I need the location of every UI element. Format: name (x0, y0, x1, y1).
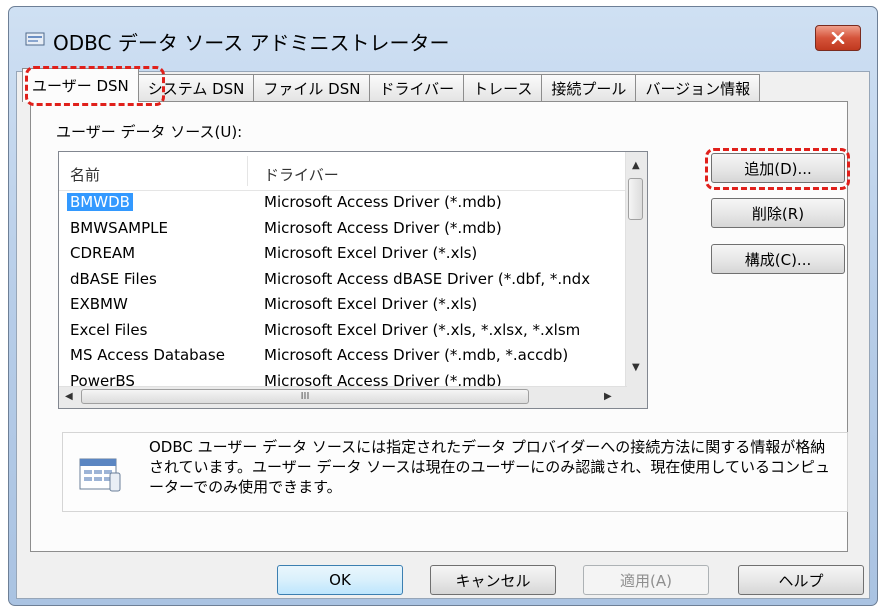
column-separator[interactable] (247, 156, 248, 186)
row-name: BMWDB (67, 193, 133, 211)
horizontal-scrollbar[interactable]: ◀ III ▶ (59, 386, 627, 408)
scroll-right-icon[interactable]: ▶ (604, 391, 612, 402)
add-button-highlight-annotation (705, 148, 850, 190)
tab-file-dsn[interactable]: ファイル DSN (253, 74, 371, 102)
tab-about[interactable]: バージョン情報 (635, 74, 761, 102)
row-driver: Microsoft Access Driver (*.mdb) (264, 218, 502, 237)
info-description: ODBC ユーザー データ ソースには指定されたデータ プロバイダーへの接続方法… (149, 438, 830, 496)
row-driver: Microsoft Access dBASE Driver (*.dbf, *.… (264, 269, 591, 288)
scroll-left-icon[interactable]: ◀ (65, 391, 73, 402)
scroll-down-icon[interactable]: ▼ (632, 362, 640, 373)
user-data-sources-label: ユーザー データ ソース(U): (56, 123, 243, 141)
tab-tracing[interactable]: トレース (463, 74, 543, 102)
row-driver: Microsoft Excel Driver (*.xls) (264, 244, 478, 262)
odbc-app-icon (25, 32, 45, 46)
row-name: Excel Files (70, 320, 148, 339)
cancel-button[interactable]: キャンセル (430, 565, 556, 595)
list-rows: BMWDB Microsoft Access Driver (*.mdb) BM… (59, 190, 627, 386)
data-source-list[interactable]: 名前 ドライバー BMWDB Microsoft Access Driver (… (58, 151, 648, 409)
row-name: MS Access Database (70, 346, 225, 364)
close-button[interactable] (815, 25, 861, 51)
list-row[interactable]: BMWSAMPLE Microsoft Access Driver (*.mdb… (59, 216, 627, 242)
list-row[interactable]: Excel Files Microsoft Excel Driver (*.xl… (59, 318, 627, 344)
list-row[interactable]: PowerBS Microsoft Access Driver (*.mdb) (59, 369, 627, 387)
list-row[interactable]: BMWDB Microsoft Access Driver (*.mdb) (59, 190, 627, 216)
row-name: BMWSAMPLE (70, 218, 168, 237)
tab-highlight-annotation (25, 66, 165, 106)
column-header-driver[interactable]: ドライバー (264, 164, 339, 185)
tab-drivers[interactable]: ドライバー (369, 74, 465, 102)
tab-connection-pooling[interactable]: 接続プール (541, 74, 637, 102)
row-name: dBASE Files (70, 269, 157, 288)
scrollbar-corner (626, 387, 647, 408)
window-title: ODBC データ ソース アドミニストレーター (53, 31, 450, 55)
configure-button[interactable]: 構成(C)... (711, 244, 845, 274)
title-bar[interactable]: ODBC データ ソース アドミニストレーター (9, 7, 877, 65)
help-button[interactable]: ヘルプ (738, 565, 864, 595)
list-header: 名前 ドライバー (59, 152, 627, 191)
row-name: CDREAM (70, 244, 136, 262)
row-driver: Microsoft Access Driver (*.mdb, *.accdb) (264, 346, 569, 364)
apply-button[interactable]: 適用(A) (583, 565, 709, 595)
ok-button[interactable]: OK (277, 565, 403, 595)
list-row[interactable]: EXBMW Microsoft Excel Driver (*.xls) (59, 292, 627, 318)
list-row[interactable]: CDREAM Microsoft Excel Driver (*.xls) (59, 241, 627, 267)
row-driver: Microsoft Excel Driver (*.xls, *.xlsx, *… (264, 320, 581, 339)
row-name: PowerBS (70, 371, 135, 387)
scroll-up-icon[interactable]: ▲ (632, 160, 640, 171)
data-source-icon (79, 458, 121, 492)
row-driver: Microsoft Access Driver (*.mdb) (264, 371, 502, 387)
list-row[interactable]: MS Access Database Microsoft Access Driv… (59, 343, 627, 369)
close-icon (831, 32, 845, 44)
column-header-name[interactable]: 名前 (70, 164, 100, 185)
remove-button[interactable]: 削除(R) (711, 198, 845, 228)
horizontal-scroll-thumb[interactable]: III (81, 389, 529, 404)
vertical-scrollbar[interactable]: ▲ ▼ (625, 152, 647, 388)
vertical-scroll-thumb[interactable] (628, 178, 643, 220)
list-row[interactable]: dBASE Files Microsoft Access dBASE Drive… (59, 267, 627, 293)
row-driver: Microsoft Excel Driver (*.xls) (264, 295, 478, 313)
row-driver: Microsoft Access Driver (*.mdb) (264, 193, 502, 211)
info-box: ODBC ユーザー データ ソースには指定されたデータ プロバイダーへの接続方法… (62, 432, 848, 512)
row-name: EXBMW (70, 295, 128, 313)
